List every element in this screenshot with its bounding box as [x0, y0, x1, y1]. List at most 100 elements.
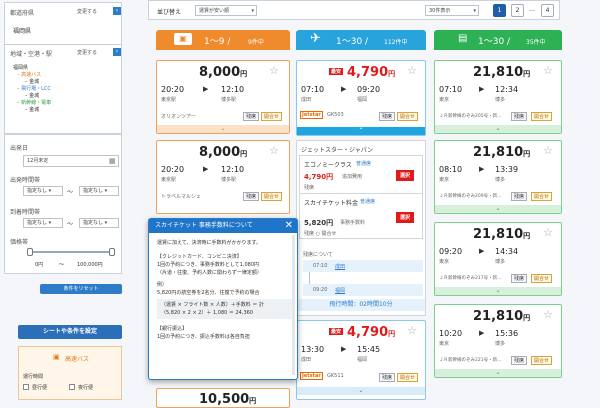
tree-item[interactable]: – 高速バス — [13, 72, 51, 79]
favorite-star-icon[interactable]: ☆ — [407, 324, 417, 337]
price-slider-track[interactable] — [29, 251, 113, 253]
popup-line: 例） — [157, 282, 168, 288]
fare-price: 4,790円 — [304, 173, 334, 181]
bus-result-card[interactable]: 10,500円 — [156, 388, 290, 408]
dep-time-label: 出発時間帯 — [10, 177, 41, 184]
calendar-icon[interactable]: ▦ — [109, 157, 116, 165]
chevron-down-icon[interactable]: ⌄ — [435, 287, 561, 295]
air-result-card[interactable]: 最安 4,790円 ☆ 07:10 ▶ 09:20 成田 福岡 Jetstar … — [296, 60, 426, 136]
popup-line: （運賃 × フライト数 × 人数）＋手数料 ＝ 計 — [161, 302, 264, 308]
chevron-up-icon[interactable]: ⌃ — [297, 127, 425, 135]
arr-time-to[interactable]: 指定なし ▾ — [79, 218, 119, 228]
dep-time-from[interactable]: 指定なし ▾ — [23, 186, 63, 196]
inquire-button[interactable]: 開合せ — [397, 112, 419, 121]
favorite-star-icon[interactable]: ☆ — [543, 308, 553, 321]
inquire-button[interactable]: 開合せ — [261, 112, 283, 121]
dep-time: 08:10 — [439, 165, 463, 174]
favorite-star-icon[interactable]: ☆ — [269, 64, 279, 77]
chevron-right-icon[interactable]: › — [113, 7, 121, 15]
page-1-button[interactable]: 1 — [493, 4, 506, 17]
tree-item[interactable]: – 飛行場・LCC — [13, 86, 51, 93]
chevron-right-icon[interactable]: › — [113, 48, 121, 56]
inquire-button[interactable]: 開合せ — [261, 192, 283, 201]
select-fare-button[interactable]: 選択 — [396, 212, 415, 223]
seat-info-label: 残席について — [303, 252, 333, 258]
train-result-card[interactable]: 21,810円 ☆ 08:10 ▶ 13:39 東京 博多 ＪＲ新幹線のぞみ20… — [434, 140, 562, 214]
close-icon[interactable]: ✕ — [285, 220, 293, 231]
arr-place: 博多 — [495, 177, 506, 183]
price-slider-min-handle[interactable] — [27, 248, 33, 256]
chevron-down-icon[interactable]: ⌄ — [157, 125, 289, 133]
air-detail-panel: ジェットスター・ジャパン エコノミークラス 普通席 4,790円 追加費用 残席… — [296, 140, 426, 316]
favorite-star-icon[interactable]: ☆ — [543, 226, 553, 239]
train-result-card[interactable]: 21,810円 ☆ 07:10 ▶ 12:34 東京 博多 ＪＲ新幹線のぞみ20… — [434, 60, 562, 134]
page-4-button[interactable]: 4 — [541, 4, 554, 17]
checkbox-day[interactable] — [23, 384, 29, 390]
price-max: 100,000円 — [77, 262, 103, 268]
per-page-select[interactable]: 30件表示 ▾ — [425, 5, 479, 16]
inquire-button[interactable]: 開合せ — [531, 192, 553, 201]
airline-company: ジェットスター・ジャパン — [301, 147, 374, 154]
dep-place: 東京 — [439, 341, 450, 347]
fare-class-tag: 普通席 — [360, 199, 376, 205]
page-2-button[interactable]: 2 — [511, 4, 524, 17]
flight-duration: 飛行時間：02時間10分 — [297, 299, 425, 311]
area-panel: 地域・空港・駅 変更する › 福岡県 – 高速バス – 金城 – 飛行場・LCC… — [4, 44, 122, 134]
inquire-button[interactable]: 開合せ — [531, 274, 553, 283]
favorite-star-icon[interactable]: ☆ — [407, 64, 417, 77]
popup-scrollbar[interactable] — [292, 235, 295, 375]
bus-column-header[interactable]: ▣ 1〜9 / 9件中 — [156, 30, 290, 50]
chevron-down-icon[interactable]: ⌄ — [435, 125, 561, 133]
price-slider-max-handle[interactable] — [109, 248, 115, 256]
operator-name: オリオンツアー — [161, 114, 196, 120]
dep-time: 10:20 — [439, 329, 463, 338]
chevron-down-icon[interactable]: ⌄ — [435, 205, 561, 213]
arrow-right-icon: ▶ — [203, 85, 209, 93]
favorite-star-icon[interactable]: ☆ — [269, 144, 279, 157]
arr-time-from[interactable]: 指定なし ▾ — [23, 218, 63, 228]
inquire-button[interactable]: 開合せ — [531, 112, 553, 121]
dep-change-link[interactable]: 変更する — [77, 8, 97, 15]
sort-select[interactable]: 運賃が安い順 ▾ — [195, 5, 257, 16]
train-result-card[interactable]: 21,810円 ☆ 09:20 ▶ 14:34 東京 博多 ＪＲ新幹線のぞみ21… — [434, 222, 562, 296]
tree-item: – 金城 — [25, 79, 40, 85]
dep-place: 東京駅 — [161, 97, 177, 103]
bus-section-label: 高速バス — [65, 356, 90, 363]
air-count: 112件中 — [384, 39, 408, 46]
popup-line: 5,820円の航空券を2名分、往復で予約の場合 — [157, 290, 260, 296]
chevron-down-icon[interactable]: ⌄ — [435, 369, 561, 377]
air-result-card[interactable]: 最安 4,790円 ☆ 13:30 ▶ 15:45 成田 福岡 Jetstar … — [296, 320, 426, 400]
select-fare-button[interactable]: 選択 — [396, 170, 415, 181]
reset-button[interactable]: 条件をリセット — [40, 284, 122, 294]
inquire-button[interactable]: 開合せ — [397, 373, 419, 382]
tree-item[interactable]: – 新幹線・電車 — [13, 100, 51, 107]
favorite-star-icon[interactable]: ☆ — [543, 144, 553, 157]
train-price: 21,810円 — [473, 145, 531, 160]
flight-number: GK503 — [327, 112, 344, 118]
nav-settings-button[interactable]: シートや条件を設定 — [18, 325, 122, 339]
area-change-link[interactable]: 変更する — [77, 49, 97, 56]
route-stop: 07:10 成田 — [303, 260, 423, 272]
air-range: 1〜30 / — [336, 37, 369, 47]
flight-number: GK511 — [327, 373, 344, 379]
checkbox-night[interactable] — [69, 384, 75, 390]
inquire-button[interactable]: 開合せ — [531, 356, 553, 365]
train-column-header[interactable]: ▤ 1〜30 / 35件中 — [434, 30, 562, 50]
arr-place: 博多 — [495, 97, 506, 103]
favorite-star-icon[interactable]: ☆ — [543, 64, 553, 77]
air-column-header[interactable]: ✈ 1〜30 / 112件中 — [296, 30, 426, 50]
price-label: 価格帯 — [10, 239, 29, 246]
dep-time-to[interactable]: 指定なし ▾ — [79, 186, 119, 196]
bus-result-card[interactable]: 8,000円 ☆ 20:20 ▶ 12:10 東京駅 博多駅 トラベルマルシェ … — [156, 140, 290, 214]
fare-class-tag: 普通席 — [356, 161, 372, 167]
arr-time: 14:34 — [495, 247, 519, 256]
fare-option: スカイチケット料金 普通席 5,820円 事務手数料 残席 ○ 開合せ 選択 — [299, 193, 423, 239]
date-input[interactable]: 12月末定 — [23, 155, 119, 167]
air-price: 4,790円 — [347, 325, 396, 340]
arr-time-label: 到着時間帯 — [10, 209, 41, 216]
chevron-down-icon[interactable]: ⌄ — [297, 387, 425, 395]
train-result-card[interactable]: 21,810円 ☆ 10:20 ▶ 15:36 東京 博多 ＪＲ新幹線のぞみ22… — [434, 304, 562, 378]
arr-time: 15:36 — [495, 329, 519, 338]
bus-result-card[interactable]: 8,000円 ☆ 20:20 ▶ 12:10 東京駅 博多駅 オリオンツアー 残… — [156, 60, 290, 134]
fare-extra[interactable]: 事務手数料 — [340, 219, 365, 226]
